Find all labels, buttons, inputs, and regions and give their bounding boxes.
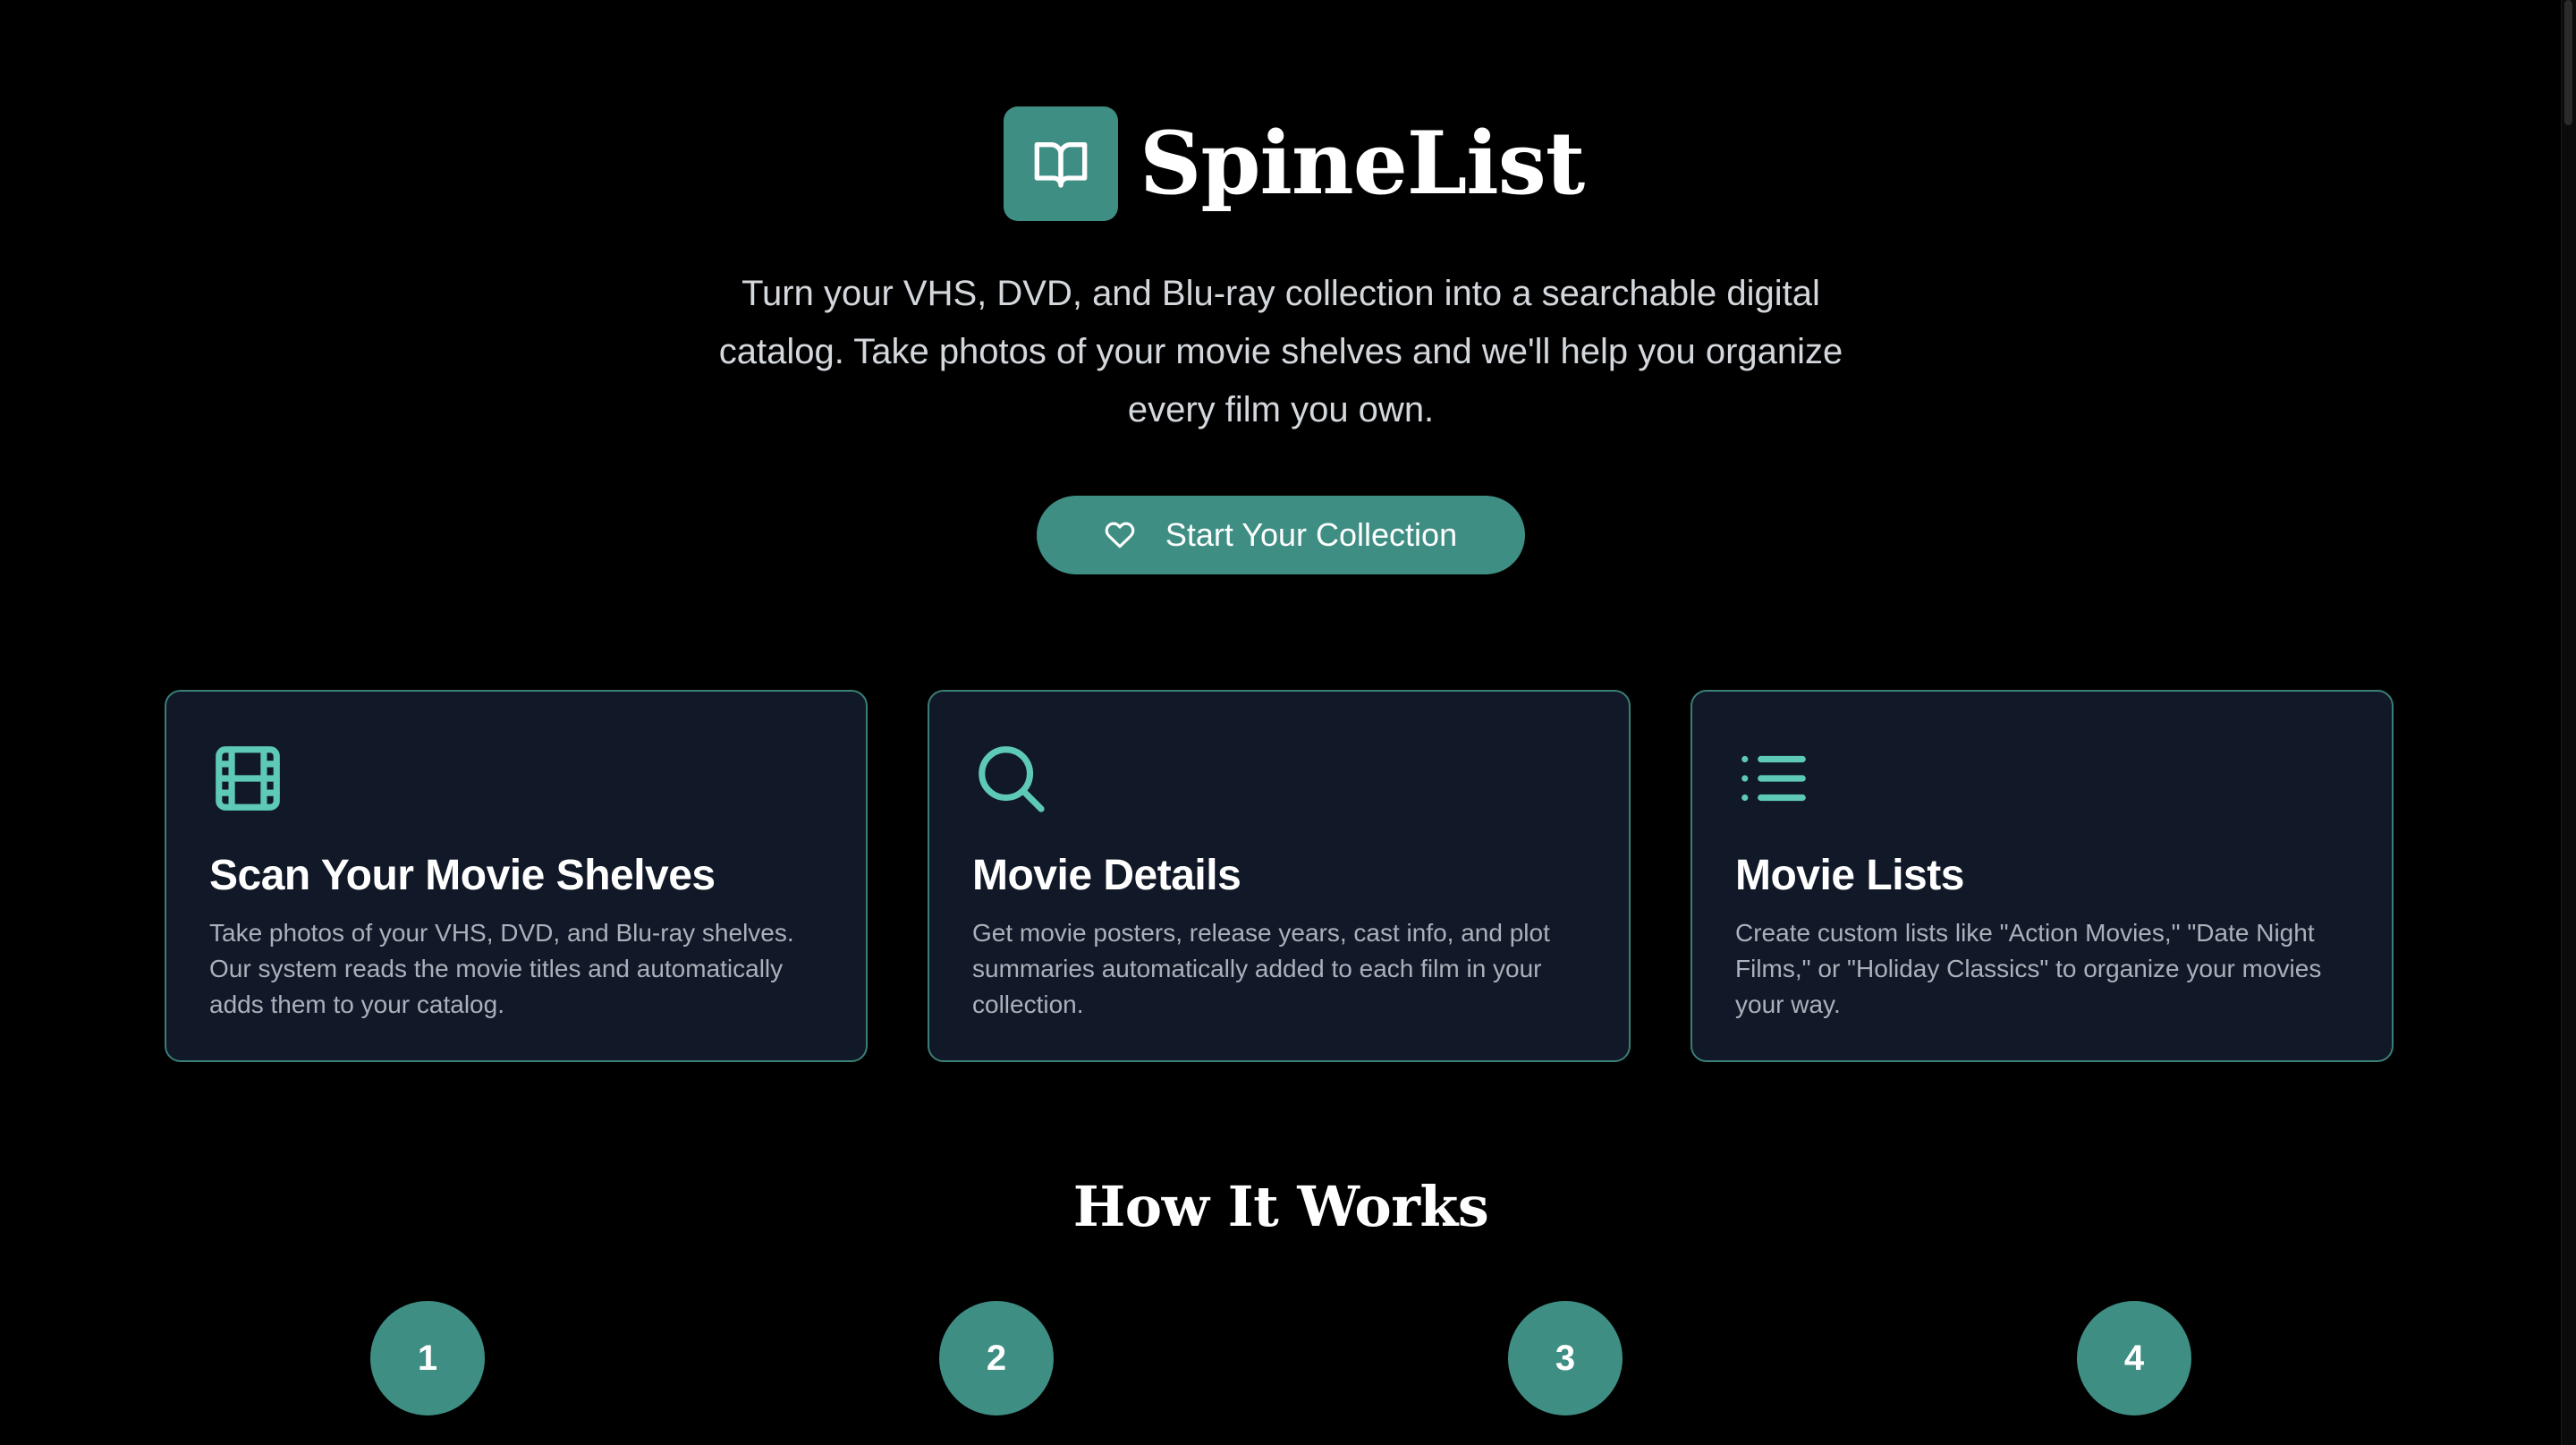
- how-it-works-heading: How It Works: [1072, 1174, 1489, 1239]
- feature-description: Get movie posters, release years, cast i…: [972, 919, 1550, 1018]
- feature-title: Movie Lists: [1735, 852, 1964, 899]
- feature-title: Movie Details: [972, 852, 1241, 899]
- brand-name: SpineList: [1140, 113, 1585, 214]
- step-badge-3: 3: [1508, 1301, 1623, 1415]
- page-scrollbar[interactable]: [2561, 0, 2576, 1445]
- start-collection-button[interactable]: Start Your Collection: [1037, 496, 1525, 574]
- film-icon: [209, 740, 286, 817]
- feature-title: Scan Your Movie Shelves: [209, 852, 716, 899]
- step-badge-4: 4: [2077, 1301, 2191, 1415]
- feature-card-details: Movie Details Get movie posters, release…: [928, 690, 1631, 1062]
- feature-description: Create custom lists like "Action Movies,…: [1735, 919, 2322, 1018]
- step-badge-1: 1: [370, 1301, 485, 1415]
- scrollbar-thumb[interactable]: [2564, 0, 2572, 125]
- search-icon: [972, 740, 1049, 817]
- brand-header: SpineList: [1004, 106, 1585, 221]
- open-book-icon: [1004, 106, 1118, 221]
- feature-card-scan: Scan Your Movie Shelves Take photos of y…: [165, 690, 868, 1062]
- step-badge-2: 2: [939, 1301, 1054, 1415]
- feature-card-lists: Movie Lists Create custom lists like "Ac…: [1690, 690, 2394, 1062]
- list-icon: [1735, 740, 1812, 817]
- heart-icon: [1105, 520, 1135, 550]
- feature-description: Take photos of your VHS, DVD, and Blu-ra…: [209, 919, 794, 1018]
- hero-tagline: Turn your VHS, DVD, and Blu-ray collecti…: [718, 274, 1843, 429]
- cta-label: Start Your Collection: [1165, 516, 1458, 553]
